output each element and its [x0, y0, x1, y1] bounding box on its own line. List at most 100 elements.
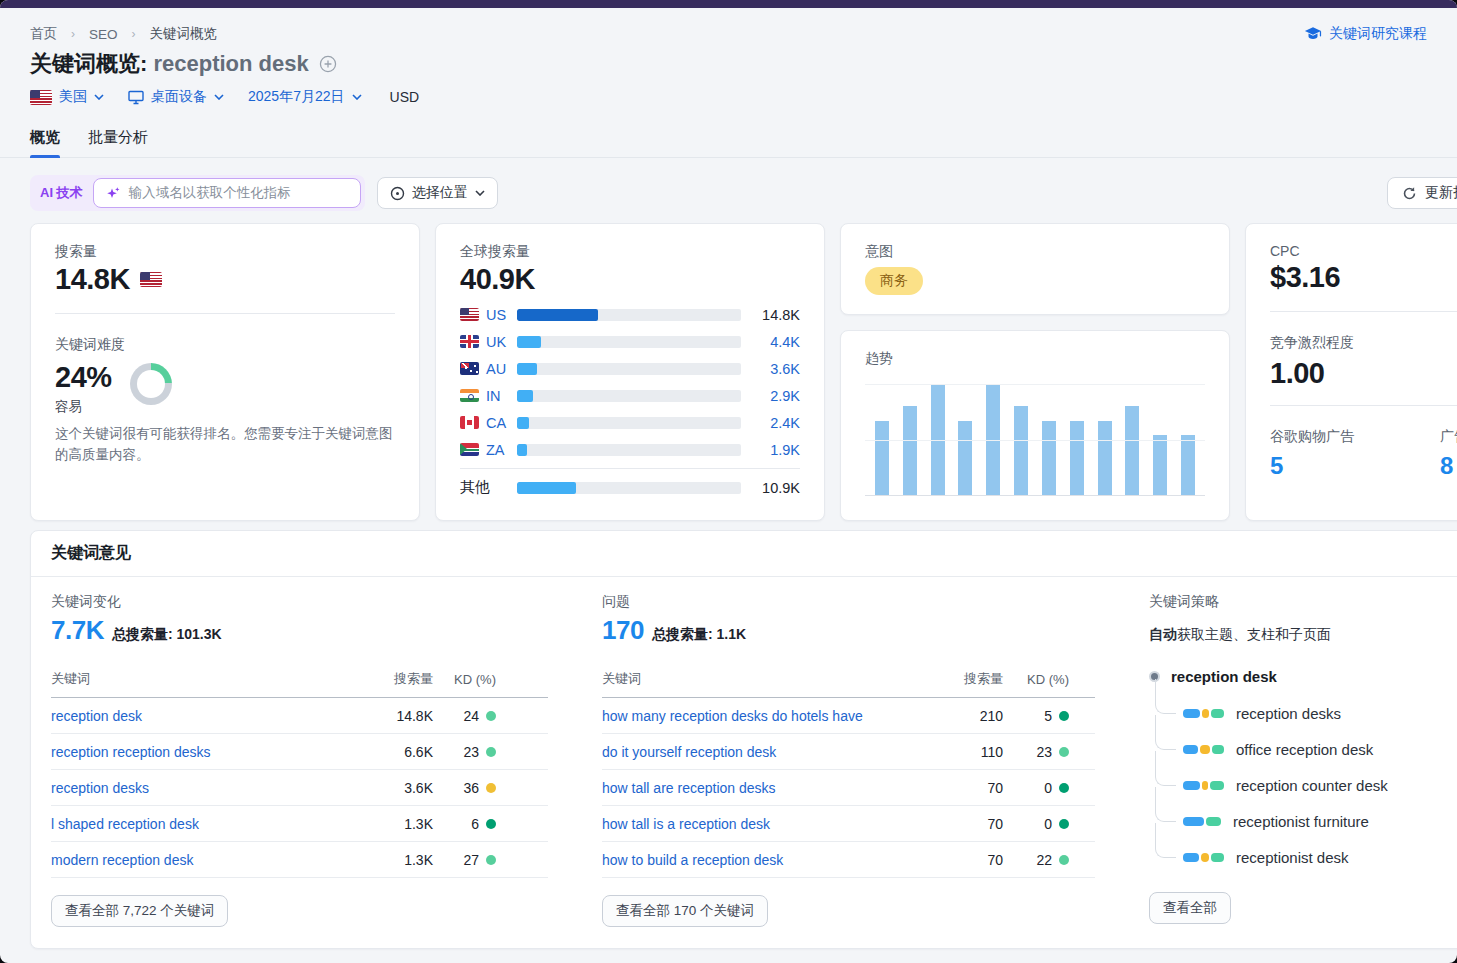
- trend-bar: [1014, 406, 1028, 495]
- strategy-child[interactable]: receptionist desk: [1183, 839, 1446, 875]
- kd-dot: [1059, 711, 1069, 721]
- other-volume-value: 10.9K: [748, 480, 800, 496]
- global-volume-value: 40.9K: [460, 263, 800, 296]
- global-volume-label: 全球搜索量: [460, 243, 800, 261]
- volume-cell: 110: [951, 734, 1003, 770]
- trend-bar: [931, 384, 945, 495]
- volume-cell: 70: [951, 842, 1003, 878]
- keyword-link[interactable]: do it yourself reception desk: [602, 734, 951, 770]
- strategy-child[interactable]: reception desks: [1183, 695, 1446, 731]
- kd-dot: [1059, 819, 1069, 829]
- col-volume: 搜索量: [951, 670, 1003, 698]
- questions-table: 关键词 搜索量 KD (%) how many reception desks …: [602, 670, 1095, 878]
- other-label: 其他: [460, 478, 510, 497]
- table-row: how to build a reception desk 70 22: [602, 842, 1095, 878]
- country-volume-row: CA 2.4K: [460, 409, 800, 436]
- keyword-variations-column: 关键词变化 7.7K 总搜索量: 101.3K 关键词 搜索量 KD (%): [51, 593, 548, 927]
- country-selector[interactable]: 美国: [30, 88, 104, 106]
- country-code-link[interactable]: IN: [486, 388, 510, 404]
- questions-label: 问题: [602, 593, 1095, 611]
- chevron-down-icon: [475, 190, 485, 196]
- add-keyword-icon[interactable]: [319, 55, 337, 73]
- breadcrumb-separator: ›: [132, 27, 136, 41]
- strategy-child[interactable]: reception counter desk: [1183, 767, 1446, 803]
- questions-count: 170: [602, 615, 644, 646]
- trend-label: 趋势: [865, 350, 1205, 368]
- domain-input[interactable]: 输入域名以获取个性化指标: [93, 178, 361, 208]
- intent-card: 意图 商务: [840, 223, 1230, 315]
- country-volume-bar: [517, 309, 741, 321]
- col-keyword: 关键词: [602, 670, 951, 698]
- trend-bar: [986, 384, 1000, 495]
- volume-cell: 1.3K: [358, 806, 433, 842]
- keyword-link[interactable]: reception desk: [51, 698, 358, 734]
- keyword-ideas-section: 关键词意见 关键词变化 7.7K 总搜索量: 101.3K 关键词 搜索量 KD…: [30, 530, 1457, 949]
- keyword-link[interactable]: modern reception desk: [51, 842, 358, 878]
- domain-input-placeholder: 输入域名以获取个性化指标: [129, 184, 291, 202]
- device-selector[interactable]: 桌面设备: [128, 88, 224, 106]
- kd-cell: 5: [1044, 708, 1069, 724]
- volume-card: 搜索量 14.8K 关键词难度 24% 容易 这个关键词很有可能获得排名。您需要…: [30, 223, 420, 521]
- chevron-down-icon: [214, 94, 224, 100]
- kd-dot: [486, 819, 496, 829]
- col-volume: 搜索量: [358, 670, 433, 698]
- view-all-strategy-button[interactable]: 查看全部: [1149, 892, 1231, 924]
- country-volume-bar: [517, 336, 741, 348]
- country-code-link[interactable]: AU: [486, 361, 510, 377]
- ads-value: 8: [1440, 452, 1457, 480]
- keyword-link[interactable]: l shaped reception desk: [51, 806, 358, 842]
- table-row: do it yourself reception desk 110 23: [602, 734, 1095, 770]
- variations-total: 总搜索量: 101.3K: [112, 626, 222, 644]
- keyword-link[interactable]: how to build a reception desk: [602, 842, 951, 878]
- col-kd: KD (%): [1003, 670, 1095, 698]
- tab-overview[interactable]: 概览: [30, 128, 60, 158]
- refresh-icon: [1402, 186, 1417, 201]
- graduation-cap-icon: [1304, 26, 1322, 42]
- shopping-ads-label: 谷歌购物广告: [1270, 428, 1440, 446]
- country-volume-bar: [517, 390, 741, 402]
- country-code-link[interactable]: UK: [486, 334, 510, 350]
- view-all-questions-button[interactable]: 查看全部 170 个关键词: [602, 895, 768, 927]
- breadcrumb-seo[interactable]: SEO: [89, 27, 118, 42]
- keyword-link[interactable]: reception reception desks: [51, 734, 358, 770]
- country-volume-bar: [517, 417, 741, 429]
- topic-segments-icon: [1183, 853, 1224, 862]
- trend-bar: [1042, 421, 1056, 495]
- country-code-link[interactable]: US: [486, 307, 510, 323]
- volume-cell: 3.6K: [358, 770, 433, 806]
- country-flag-icon: [460, 362, 479, 375]
- keyword-research-course-link[interactable]: 关键词研究课程: [1304, 25, 1427, 43]
- country-code-link[interactable]: CA: [486, 415, 510, 431]
- kd-value: 24%: [55, 361, 112, 394]
- keyword-link[interactable]: how tall is a reception desk: [602, 806, 951, 842]
- questions-column: 问题 170 总搜索量: 1.1K 关键词 搜索量 KD (%): [602, 593, 1095, 927]
- kd-dot: [486, 783, 496, 793]
- tab-bulk-analysis[interactable]: 批量分析: [88, 128, 148, 158]
- global-volume-card: 全球搜索量 40.9K US 14.8K UK: [435, 223, 825, 521]
- country-volume-value: 4.4K: [748, 334, 800, 350]
- kd-cell: 23: [1036, 744, 1069, 760]
- select-location-button[interactable]: 选择位置: [377, 177, 498, 209]
- cpc-card: CPC $3.16 竞争激烈程度 1.00 谷歌购物广告 5 广告 8: [1245, 223, 1457, 521]
- country-code-link[interactable]: ZA: [486, 442, 510, 458]
- keyword-link[interactable]: reception desks: [51, 770, 358, 806]
- keyword-link[interactable]: how many reception desks do hotels have: [602, 698, 951, 734]
- strategy-subtitle: 自动获取主题、支柱和子页面: [1149, 626, 1446, 644]
- country-flag-icon: [460, 389, 479, 402]
- kd-cell: 22: [1036, 852, 1069, 868]
- strategy-child[interactable]: office reception desk: [1183, 731, 1446, 767]
- topic-segments-icon: [1183, 745, 1224, 754]
- refresh-metrics-button[interactable]: 更新指标: [1387, 177, 1457, 209]
- strategy-child[interactable]: receptionist furniture: [1183, 803, 1446, 839]
- browser-top-strip: [0, 0, 1457, 8]
- view-all-variations-button[interactable]: 查看全部 7,722 个关键词: [51, 895, 228, 927]
- intent-badge[interactable]: 商务: [865, 267, 923, 295]
- volume-label: 搜索量: [55, 243, 395, 261]
- keyword-link[interactable]: how tall are reception desks: [602, 770, 951, 806]
- date-selector[interactable]: 2025年7月22日: [248, 88, 362, 106]
- breadcrumb-home[interactable]: 首页: [30, 25, 57, 43]
- volume-cell: 1.3K: [358, 842, 433, 878]
- kd-cell: 0: [1044, 816, 1069, 832]
- kd-dot: [486, 747, 496, 757]
- col-keyword: 关键词: [51, 670, 358, 698]
